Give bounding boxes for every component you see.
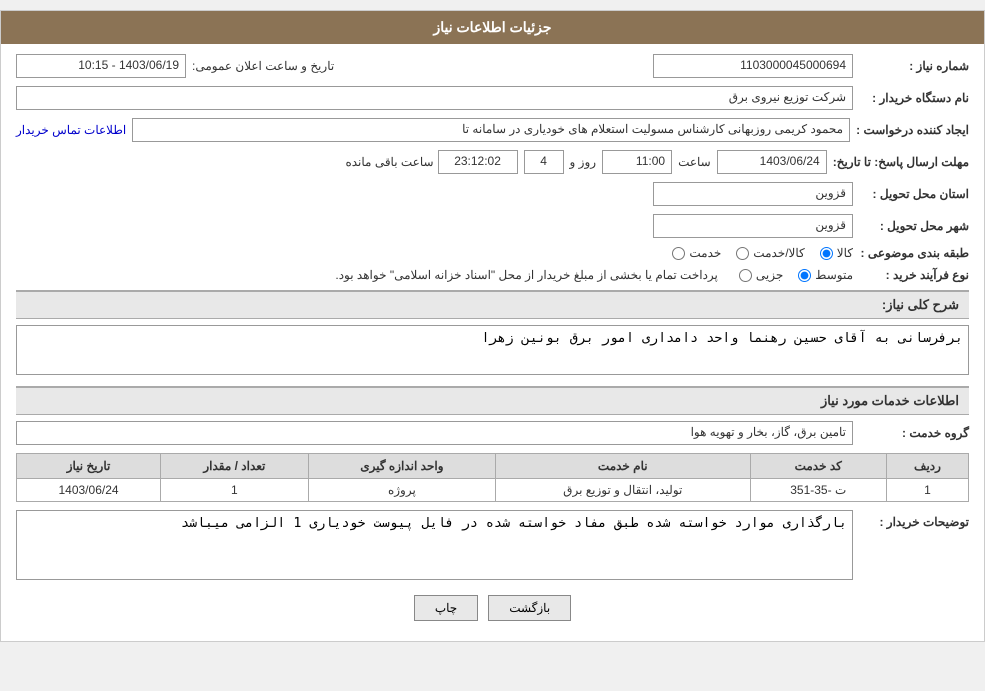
buyer-name-label: نام دستگاه خریدار : [859,91,969,105]
page-wrapper: جزئیات اطلاعات نیاز شماره نیاز : 1103000… [0,10,985,642]
province-row: استان محل تحویل : قزوین [16,182,969,206]
cell-unit: پروژه [308,479,495,502]
category-goods-label: کالا [837,246,853,260]
cell-rownum: 1 [886,479,968,502]
category-radio-group: کالا کالا/خدمت خدمت [672,246,853,260]
col-header-name: نام خدمت [496,454,750,479]
reply-date: 1403/06/24 [717,150,827,174]
city-row: شهر محل تحویل : قزوین [16,214,969,238]
purchase-partial-label: جزیی [756,268,783,282]
category-service-label: خدمت [689,246,721,260]
purchase-medium-radio[interactable] [798,269,811,282]
reply-time-label: ساعت [678,155,711,169]
purchase-type-medium: متوسط [798,268,853,282]
services-section-title: اطلاعات خدمات مورد نیاز [16,386,969,415]
category-option-service: خدمت [672,246,721,260]
button-row: بازگشت چاپ [16,595,969,621]
cell-qty: 1 [161,479,309,502]
need-description-container [16,325,969,378]
col-header-code: کد خدمت [750,454,886,479]
category-option-both: کالا/خدمت [736,246,804,260]
col-header-qty: تعداد / مقدار [161,454,309,479]
buyer-notes-label: توضیحات خریدار : [859,515,969,529]
service-group-value: تامین برق، گاز، بخار و تهویه هوا [16,421,853,445]
col-header-date: تاریخ نیاز [17,454,161,479]
need-number-value: 1103000045000694 [653,54,853,78]
back-button[interactable]: بازگشت [488,595,571,621]
category-both-radio[interactable] [736,247,749,260]
print-button[interactable]: چاپ [414,595,478,621]
creator-row: ایجاد کننده درخواست : محمود کریمی روزبها… [16,118,969,142]
category-service-radio[interactable] [672,247,685,260]
creator-link[interactable]: اطلاعات تماس خریدار [16,123,126,137]
need-description-textarea[interactable] [16,325,969,375]
col-header-unit: واحد اندازه گیری [308,454,495,479]
reply-time: 11:00 [602,150,672,174]
reply-day-label: روز و [570,155,597,169]
need-number-label: شماره نیاز : [859,59,969,73]
purchase-type-row: نوع فرآیند خرید : متوسط جزیی پرداخت تمام… [16,268,969,282]
reply-deadline-label: مهلت ارسال پاسخ: تا تاریخ: [833,155,969,169]
service-group-label: گروه خدمت : [859,426,969,440]
province-value: قزوین [653,182,853,206]
city-label: شهر محل تحویل : [859,219,969,233]
cell-date: 1403/06/24 [17,479,161,502]
category-goods-radio[interactable] [820,247,833,260]
category-label: طبقه بندی موضوعی : [859,246,969,260]
need-description-section-title: شرح کلی نیاز: [16,290,969,319]
content-area: شماره نیاز : 1103000045000694 تاریخ و سا… [1,44,984,641]
category-both-label: کالا/خدمت [753,246,804,260]
purchase-note: پرداخت تمام یا بخشی از مبلغ خریدار از مح… [335,268,718,282]
province-label: استان محل تحویل : [859,187,969,201]
buyer-notes-row: توضیحات خریدار : [16,510,969,580]
announce-row: شماره نیاز : 1103000045000694 تاریخ و سا… [16,54,969,78]
creator-label: ایجاد کننده درخواست : [856,123,969,137]
purchase-type-radio-group: متوسط جزیی [739,268,853,282]
buyer-name-row: نام دستگاه خریدار : شرکت توزیع نیروی برق [16,86,969,110]
purchase-medium-label: متوسط [815,268,853,282]
col-header-rownum: ردیف [886,454,968,479]
services-table: ردیف کد خدمت نام خدمت واحد اندازه گیری ت… [16,453,969,502]
cell-code: ت -35-351 [750,479,886,502]
city-value: قزوین [653,214,853,238]
reply-days: 4 [524,150,564,174]
buyer-name-value: شرکت توزیع نیروی برق [16,86,853,110]
announce-value: 1403/06/19 - 10:15 [16,54,186,78]
purchase-type-label: نوع فرآیند خرید : [859,268,969,282]
purchase-type-partial: جزیی [739,268,783,282]
page-header: جزئیات اطلاعات نیاز [1,11,984,44]
purchase-partial-radio[interactable] [739,269,752,282]
remaining-row: 23:12:02 ساعت باقی مانده [345,150,517,174]
buyer-notes-textarea[interactable] [16,510,853,580]
table-row: 1 ت -35-351 تولید، انتقال و توزیع برق پر… [17,479,969,502]
announce-label: تاریخ و ساعت اعلان عمومی: [192,59,334,73]
service-group-row: گروه خدمت : تامین برق، گاز، بخار و تهویه… [16,421,969,445]
remaining-label: ساعت باقی مانده [345,155,433,169]
remaining-time: 23:12:02 [438,150,518,174]
category-option-goods: کالا [820,246,853,260]
category-row: طبقه بندی موضوعی : کالا کالا/خدمت خدمت [16,246,969,260]
creator-value: محمود کریمی روزبهانی کارشناس مسولیت استع… [132,118,850,142]
page-title: جزئیات اطلاعات نیاز [433,19,551,35]
reply-deadline-row: مهلت ارسال پاسخ: تا تاریخ: 1403/06/24 سا… [16,150,969,174]
cell-name: تولید، انتقال و توزیع برق [496,479,750,502]
